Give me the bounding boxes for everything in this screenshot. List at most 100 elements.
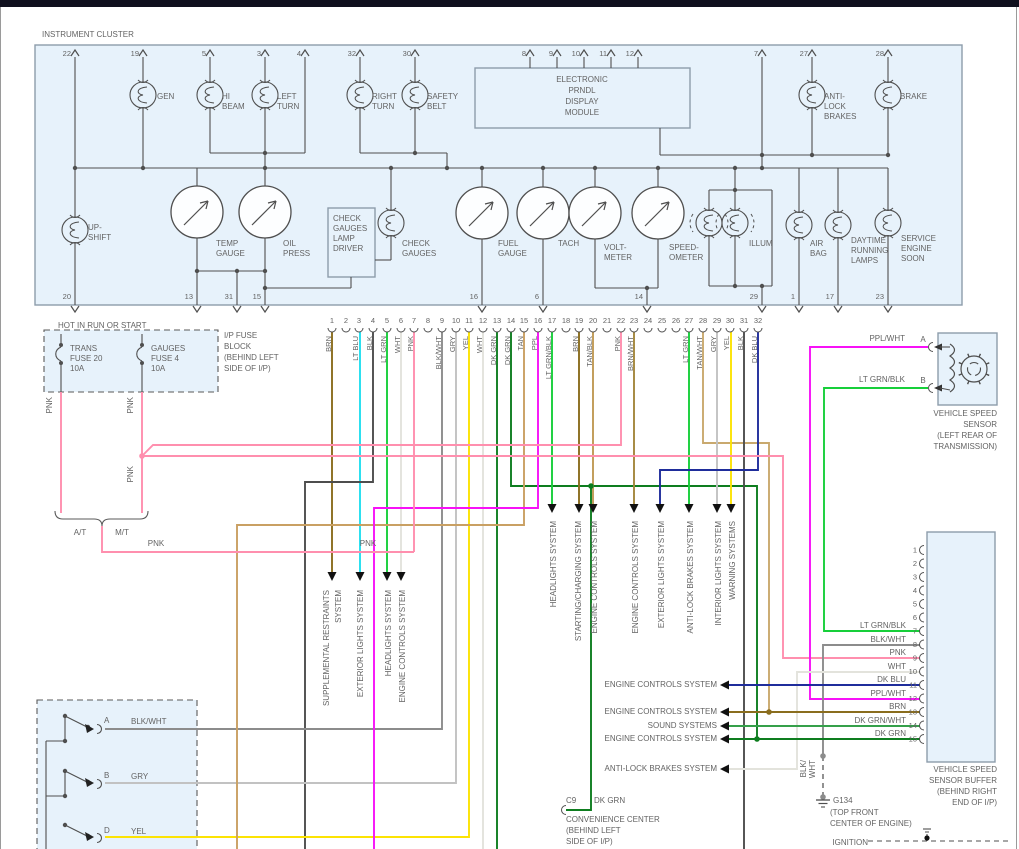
label: SIDE OF I/P) [224, 364, 271, 373]
vertical-label: EXTERIOR LIGHTS SYSTEM [657, 521, 666, 628]
connector-pin-number: 7 [412, 316, 416, 325]
connector-pin-icon [928, 342, 934, 352]
connector-pin-icon [616, 327, 626, 333]
junction-dot [540, 165, 546, 171]
system-arrow-down-icon [655, 504, 665, 513]
label: FUEL [498, 239, 519, 248]
pin-arrow-down-icon [232, 305, 242, 314]
connector-pin-icon [464, 327, 474, 333]
label: PRNDL [568, 86, 596, 95]
label: AIR [810, 239, 824, 248]
connector-pin-icon [684, 327, 694, 333]
system-arrow-left-icon [720, 734, 729, 744]
label: SOON [901, 254, 925, 263]
label: SIDE OF I/P) [566, 837, 613, 846]
junction-dot [62, 713, 68, 719]
wire-color-label: YEL [722, 336, 731, 350]
connector-pin-number: 24 [644, 316, 652, 325]
wire-color-label: DK BLU [750, 336, 759, 363]
connector-pin-icon [506, 327, 516, 333]
cluster-pin-number: 8 [522, 49, 526, 58]
junction-dot [412, 150, 418, 156]
junction-dot [140, 361, 144, 365]
cluster-pin-number: 32 [348, 49, 356, 58]
label: M/T [115, 528, 129, 537]
wire-color-label: BLK/WHT [434, 336, 443, 370]
system-arrow-down-icon [726, 504, 736, 513]
vertical-label: ENGINE CONTROLS SYSTEM [590, 521, 599, 634]
pin-arrow-down-icon [192, 305, 202, 314]
connector-pin-number: 22 [617, 316, 625, 325]
buffer-pin-number: 11 [909, 681, 917, 690]
switch-block-box [36, 699, 198, 849]
junction-dot [262, 150, 268, 156]
label: CHECK [402, 239, 431, 248]
buffer-pin-number: 7 [913, 627, 917, 636]
cluster-pin-number: 19 [131, 49, 139, 58]
connector-pin-icon [478, 327, 488, 333]
wire-color-label: TAN [516, 336, 525, 350]
system-arrow-down-icon [547, 504, 557, 513]
label: LAMP [333, 234, 355, 243]
label: OIL [283, 239, 296, 248]
buffer-pin-number: 9 [913, 654, 917, 663]
wire-color-label: PNK [613, 336, 622, 351]
label: ELECTRONIC [556, 75, 608, 84]
connector-pin-number: 21 [603, 316, 611, 325]
connector-pin-number: 32 [754, 316, 762, 325]
wire-color-label: PPL [530, 336, 539, 350]
connector-pin-icon [533, 327, 543, 333]
connector-pin-icon [739, 327, 749, 333]
pin-arrow-down-icon [833, 305, 843, 314]
cluster-pin-number: 17 [826, 292, 834, 301]
connector-pin-icon [919, 707, 925, 717]
connector-pin-number: 19 [575, 316, 583, 325]
system-arrow-down-icon [588, 504, 598, 513]
label: SERVICE [901, 234, 936, 243]
label: I/P FUSE [224, 331, 257, 340]
connector-pin-icon [547, 327, 557, 333]
label: BLK/WHT [870, 635, 906, 644]
cluster-pin-number: 20 [63, 292, 71, 301]
label: D [104, 826, 110, 835]
cluster-pin-number: 14 [635, 292, 643, 301]
junction-dot [59, 361, 63, 365]
buffer-pin-number: 5 [913, 600, 917, 609]
label: (BEHIND RIGHT [937, 787, 997, 796]
label: METER [604, 253, 632, 262]
cluster-pin-number: 22 [63, 49, 71, 58]
connector-pin-icon [712, 327, 722, 333]
wire-color-label: BLK [365, 336, 374, 350]
label: SAFETY [427, 92, 459, 101]
connector-pin-number: 2 [344, 316, 348, 325]
label: CHECK [333, 214, 362, 223]
junction-dot [820, 794, 826, 800]
system-arrow-down-icon [574, 504, 584, 513]
connector-pin-number: 4 [371, 316, 375, 325]
junction-dot [59, 343, 63, 347]
connector-pin-number: 11 [465, 316, 473, 325]
cluster-pin-number: 15 [253, 292, 261, 301]
connector-pin-icon [919, 680, 925, 690]
system-arrow-down-icon [355, 572, 365, 581]
label: BRAKE [900, 92, 927, 101]
vertical-label: ENGINE CONTROLS SYSTEM [398, 590, 407, 703]
connector-pin-number: 17 [548, 316, 556, 325]
junction-dot [62, 822, 68, 828]
connector-pin-number: 31 [740, 316, 748, 325]
label: ENGINE CONTROLS SYSTEM [605, 680, 718, 689]
wire-color-label: WHT [475, 336, 484, 353]
junction-dot [444, 165, 450, 171]
label: SOUND SYSTEMS [648, 721, 717, 730]
junction-dot [820, 753, 826, 759]
system-arrow-down-icon [396, 572, 406, 581]
wire-color-label: LT GRN [379, 336, 388, 363]
label: TRANSMISSION) [933, 442, 997, 451]
buffer-pin-number: 13 [909, 708, 917, 717]
label: TACH [558, 239, 579, 248]
label: BEAM [222, 102, 245, 111]
connector-pin-icon [919, 666, 925, 677]
cluster-pin-number: 3 [257, 49, 261, 58]
wire-color-label: LT BLU [351, 336, 360, 361]
system-arrow-left-icon [720, 680, 729, 690]
